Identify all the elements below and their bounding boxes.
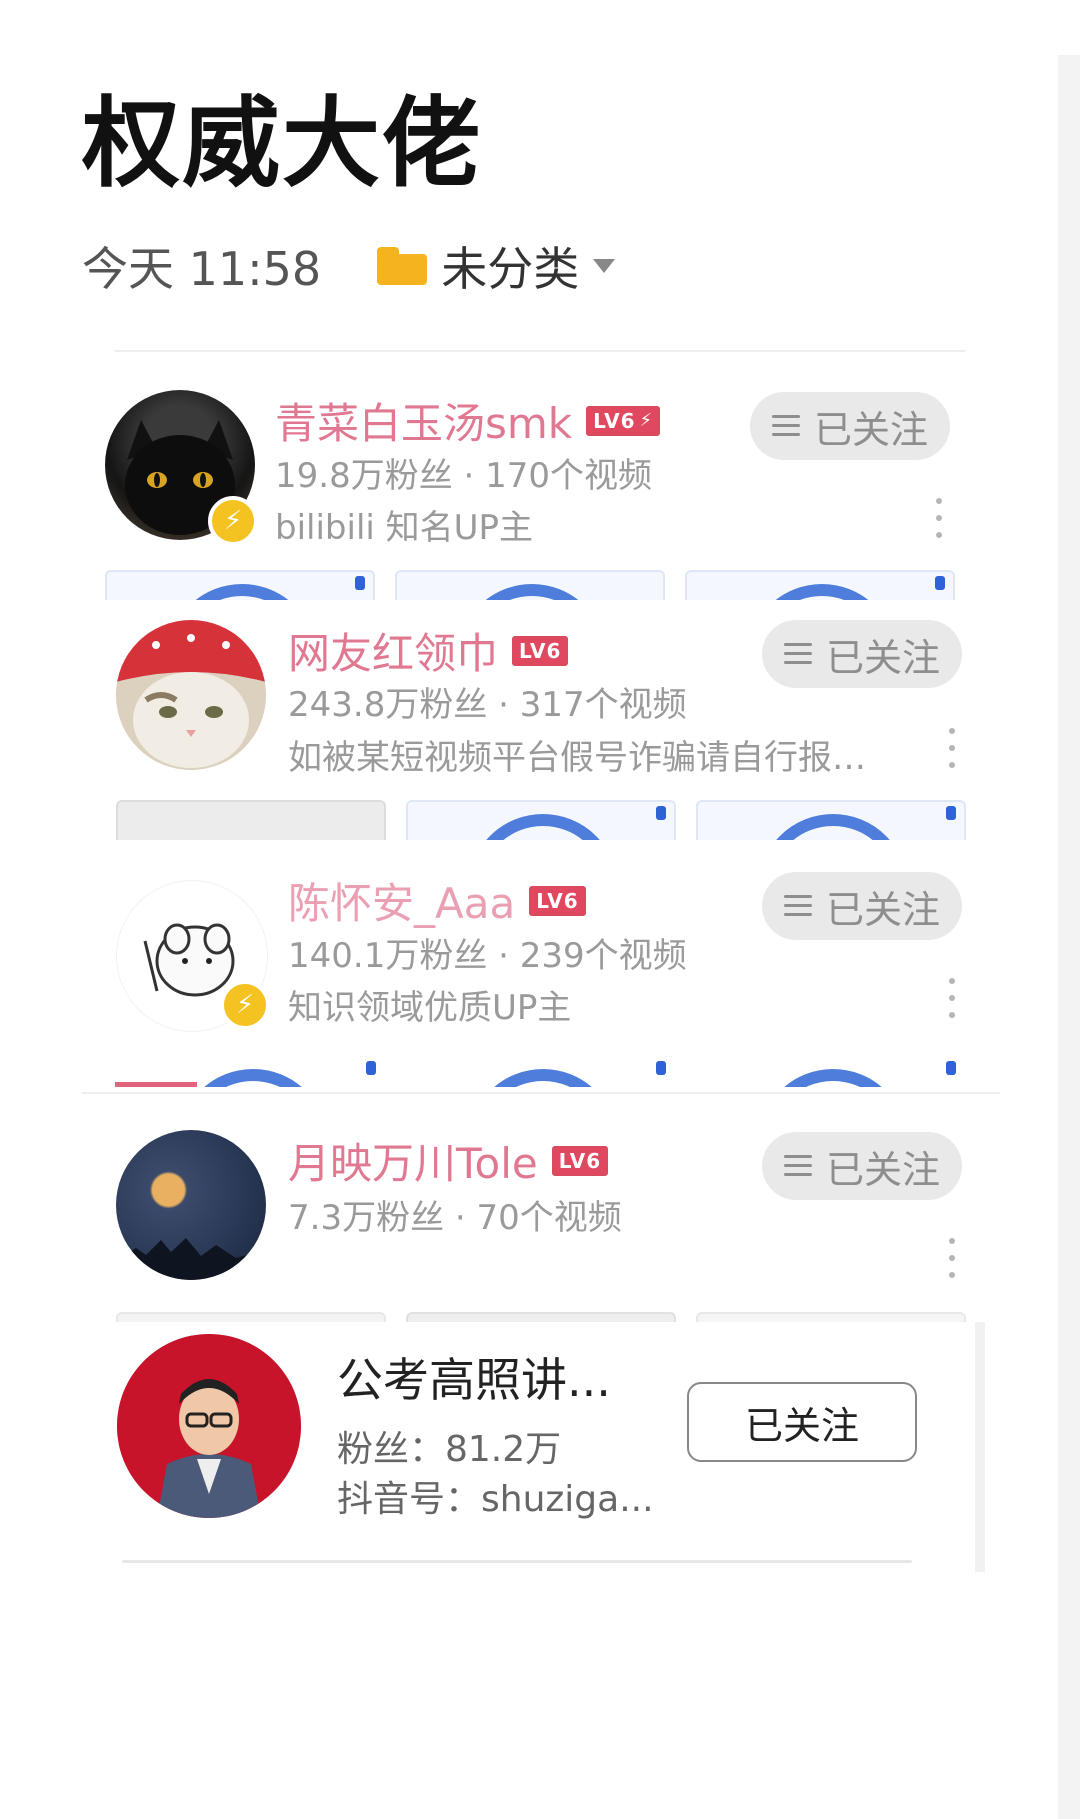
video-thumbnail[interactable]	[406, 1055, 676, 1087]
level-badge: LV6	[512, 635, 569, 666]
douyin-username[interactable]: 公考高照讲...	[337, 1344, 611, 1410]
fans-video-stats: 19.8万粉丝 · 170个视频	[275, 456, 653, 496]
username-text[interactable]: 青菜白玉汤smk	[275, 390, 572, 451]
more-options-icon[interactable]	[935, 498, 943, 538]
more-options-icon[interactable]	[948, 728, 956, 768]
username[interactable]: 网友红领巾 LV6	[288, 620, 569, 681]
video-thumbnail[interactable]	[685, 570, 955, 600]
username[interactable]: 青菜白玉汤smk LV6 ⚡	[275, 390, 661, 451]
avatar-moon-night[interactable]	[116, 1130, 266, 1280]
video-thumbnail[interactable]	[105, 570, 375, 600]
divider	[82, 1092, 1000, 1094]
menu-icon	[783, 895, 812, 917]
video-thumbnail[interactable]	[116, 800, 386, 840]
fans-video-stats: 7.3万粉丝 · 70个视频	[288, 1198, 622, 1238]
divider	[122, 1560, 912, 1563]
video-thumbnails[interactable]	[105, 570, 955, 600]
douyin-user-card[interactable]: 公考高照讲... 粉丝：81.2万 抖音号：shuziga... 已关注	[115, 1322, 985, 1572]
douyin-id: 抖音号：shuziga...	[337, 1479, 654, 1520]
douyin-followed-button[interactable]: 已关注	[687, 1382, 917, 1462]
user-description: 如被某短视频平台假号诈骗请自行报警...	[288, 738, 898, 778]
verified-bolt-icon: ⚡	[220, 980, 270, 1030]
video-thumbnail[interactable]	[696, 1055, 966, 1087]
avatar-cat-red-bandana[interactable]	[116, 620, 266, 770]
video-thumbnail[interactable]	[395, 570, 665, 600]
video-thumbnails[interactable]	[116, 1055, 966, 1087]
douyin-fans-count: 粉丝：81.2万	[337, 1429, 562, 1470]
more-options-icon[interactable]	[948, 1238, 956, 1278]
followed-button[interactable]: 已关注	[762, 872, 962, 940]
followed-button[interactable]: 已关注	[750, 392, 950, 460]
timestamp: 今天 11:58	[82, 242, 322, 296]
user-description: 知识领域优质UP主	[288, 988, 572, 1028]
video-thumbnail[interactable]	[406, 800, 676, 840]
fans-video-stats: 140.1万粉丝 · 239个视频	[288, 936, 687, 976]
lightning-icon: ⚡	[639, 410, 654, 431]
followed-button[interactable]: 已关注	[762, 620, 962, 688]
menu-icon	[783, 643, 812, 665]
fans-video-stats: 243.8万粉丝 · 317个视频	[288, 685, 687, 725]
level-badge: LV6 ⚡	[586, 405, 661, 436]
more-options-icon[interactable]	[948, 978, 956, 1018]
video-thumbnail[interactable]	[696, 800, 966, 840]
right-edge-strip	[1058, 55, 1080, 1819]
menu-icon	[771, 415, 800, 437]
username[interactable]: 月映万川Tole LV6	[288, 1130, 609, 1191]
level-badge: LV6	[551, 1145, 609, 1176]
watch-progress-bar	[115, 1082, 197, 1087]
menu-icon	[783, 1155, 812, 1177]
caret-down-icon[interactable]	[593, 259, 616, 273]
username[interactable]: 陈怀安_Aaa LV6	[288, 870, 586, 931]
level-badge: LV6	[529, 885, 586, 916]
folder-icon	[377, 247, 428, 285]
followed-button[interactable]: 已关注	[762, 1132, 962, 1200]
username-text[interactable]: 月映万川Tole	[288, 1130, 538, 1191]
divider	[115, 350, 965, 352]
folder-selector[interactable]: 未分类	[441, 233, 579, 299]
video-thumbnails[interactable]	[116, 800, 966, 840]
page-title: 权威大佬	[82, 87, 483, 201]
username-text[interactable]: 陈怀安_Aaa	[288, 870, 515, 931]
avatar-man-red-bg[interactable]	[117, 1334, 301, 1518]
verified-bolt-icon: ⚡	[208, 496, 258, 546]
username-text[interactable]: 网友红领巾	[288, 620, 498, 681]
user-description: bilibili 知名UP主	[275, 508, 534, 548]
meta-row: 今天 11:58 未分类	[82, 233, 616, 299]
